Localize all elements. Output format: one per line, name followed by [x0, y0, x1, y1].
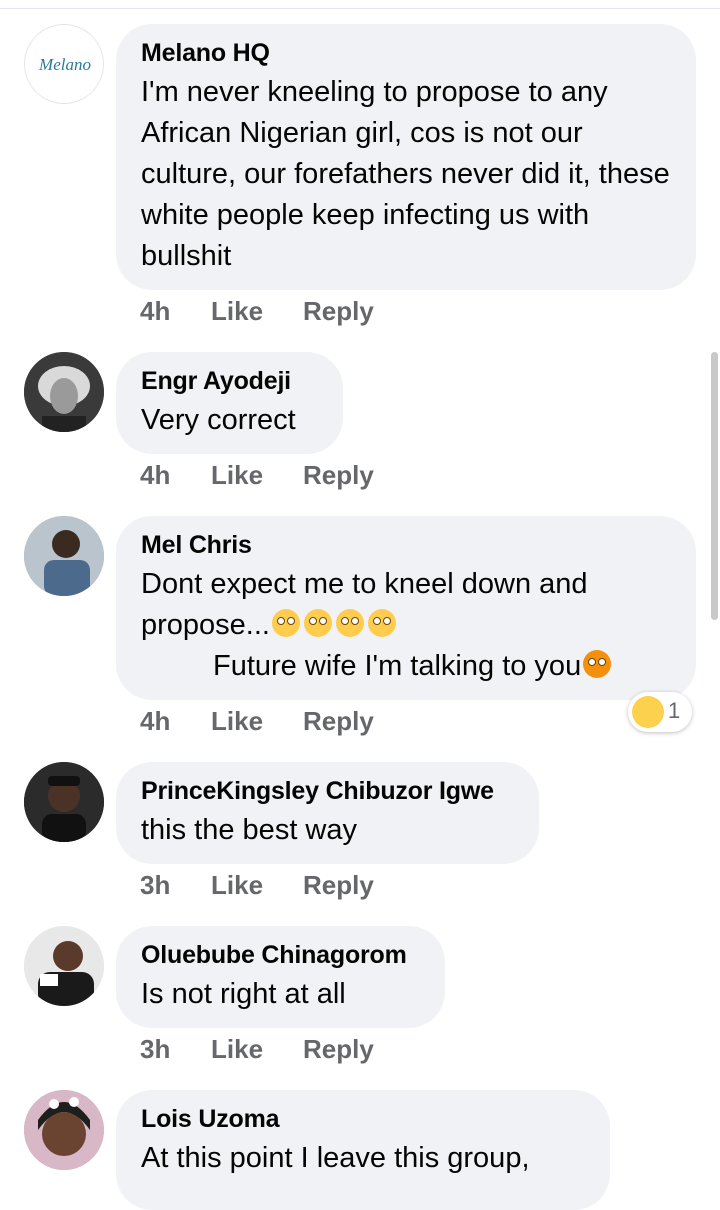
comment-bubble: Engr Ayodeji Very correct [116, 352, 343, 454]
face-with-rolling-eyes-icon [367, 609, 396, 637]
comment-bubble: Lois Uzoma At this point I leave this gr… [116, 1090, 610, 1210]
comment-time[interactable]: 4h [140, 460, 170, 491]
comment-text: Very correct [141, 404, 296, 436]
like-button[interactable]: Like [211, 870, 263, 901]
profile-photo [24, 1090, 104, 1170]
comment-text-line: propose... [141, 605, 671, 646]
comment-text-line: Future wife I'm talking to you [141, 646, 671, 687]
reply-button[interactable]: Reply [303, 706, 374, 737]
comment-text: At this point I leave this group, [141, 1142, 530, 1174]
comment-author[interactable]: Melano HQ [141, 38, 671, 68]
avatar[interactable] [24, 926, 104, 1006]
svg-text:Melano: Melano [38, 55, 91, 74]
laughing-face-icon [632, 696, 664, 728]
avatar[interactable] [24, 352, 104, 432]
reaction-count: 1 [668, 698, 681, 723]
comment-bubble: PrinceKingsley Chibuzor Igwe this the be… [116, 762, 539, 864]
reply-button[interactable]: Reply [303, 870, 374, 901]
comment-text: I'm never kneeling to propose to any Afr… [141, 76, 670, 272]
top-divider [0, 8, 720, 9]
profile-photo [24, 352, 104, 432]
avatar[interactable]: Melano [24, 24, 104, 104]
comment-text: Is not right at all [141, 978, 346, 1010]
face-with-rolling-eyes-icon [335, 609, 364, 637]
like-button[interactable]: Like [211, 1034, 263, 1065]
avatar[interactable] [24, 1090, 104, 1170]
scrollbar[interactable] [711, 352, 718, 620]
avatar[interactable] [24, 762, 104, 842]
comment-author[interactable]: Mel Chris [141, 530, 671, 560]
avatar[interactable] [24, 516, 104, 596]
comment-time[interactable]: 4h [140, 296, 170, 327]
comment-author[interactable]: Lois Uzoma [141, 1104, 585, 1134]
comment-author[interactable]: Engr Ayodeji [141, 366, 318, 396]
comment-time[interactable]: 3h [140, 870, 170, 901]
reply-button[interactable]: Reply [303, 460, 374, 491]
like-button[interactable]: Like [211, 460, 263, 491]
melano-logo: Melano [38, 55, 91, 74]
profile-photo [24, 516, 104, 596]
reply-button[interactable]: Reply [303, 1034, 374, 1065]
comment-bubble: Melano HQ I'm never kneeling to propose … [116, 24, 696, 290]
comment-text: this the best way [141, 814, 357, 846]
like-button[interactable]: Like [211, 706, 263, 737]
profile-photo [24, 926, 104, 1006]
comment-author[interactable]: PrinceKingsley Chibuzor Igwe [141, 776, 514, 806]
comment-bubble: Mel Chris Dont expect me to kneel down a… [116, 516, 696, 700]
hot-face-icon [583, 650, 612, 678]
comment-author[interactable]: Oluebube Chinagorom [141, 940, 420, 970]
comment-bubble: Oluebube Chinagorom Is not right at all [116, 926, 445, 1028]
face-with-rolling-eyes-icon [271, 609, 300, 637]
comment-text: Dont expect me to kneel down and propose… [141, 564, 671, 687]
reply-button[interactable]: Reply [303, 296, 374, 327]
comment-time[interactable]: 3h [140, 1034, 170, 1065]
face-with-rolling-eyes-icon [303, 609, 332, 637]
profile-photo [24, 762, 104, 842]
comment-text-line: Dont expect me to kneel down and [141, 568, 588, 600]
like-button[interactable]: Like [211, 296, 263, 327]
reaction-summary[interactable]: 1 [628, 692, 692, 732]
comment-time[interactable]: 4h [140, 706, 170, 737]
